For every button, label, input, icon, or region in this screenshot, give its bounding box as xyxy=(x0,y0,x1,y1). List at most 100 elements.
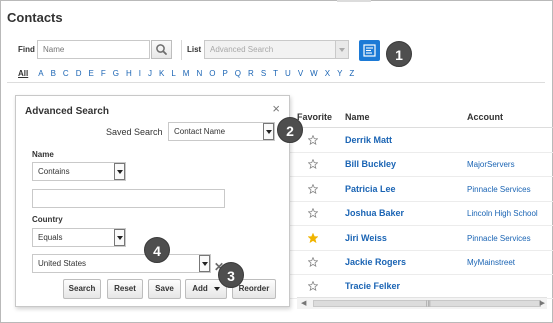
alpha-h[interactable]: H xyxy=(126,69,132,78)
reset-button[interactable]: Reset xyxy=(107,279,143,299)
table-row[interactable]: Bill Buckley MajorServers xyxy=(290,153,553,178)
alpha-j[interactable]: J xyxy=(148,69,152,78)
contact-name-link[interactable]: Jackie Rogers xyxy=(345,257,406,267)
account-link[interactable]: Pinnacle Services xyxy=(467,234,531,243)
contact-name-link[interactable]: Patricia Lee xyxy=(345,184,396,194)
alpha-c[interactable]: C xyxy=(63,69,69,78)
alpha-d[interactable]: D xyxy=(76,69,82,78)
country-value-select[interactable]: United States xyxy=(32,254,211,273)
alpha-a[interactable]: A xyxy=(38,69,43,78)
alpha-y[interactable]: Y xyxy=(337,69,342,78)
account-link[interactable]: MyMainstreet xyxy=(467,258,515,267)
column-header-favorite[interactable]: Favorite xyxy=(297,112,332,122)
star-filled-icon[interactable] xyxy=(308,232,318,243)
alpha-l[interactable]: L xyxy=(171,69,175,78)
scroll-right-icon[interactable]: ▶ xyxy=(540,299,545,307)
column-header-account[interactable]: Account xyxy=(467,112,503,122)
callout-3: 3 xyxy=(218,262,244,288)
country-value: United States xyxy=(38,259,87,268)
search-icon xyxy=(156,44,167,55)
table-row[interactable]: Jiri Weiss Pinnacle Services xyxy=(290,227,553,251)
saved-search-select[interactable]: Contact Name xyxy=(168,122,275,141)
star-outline-icon[interactable] xyxy=(308,135,318,145)
scrollbar-thumb[interactable]: ||| xyxy=(313,300,541,307)
alpha-n[interactable]: N xyxy=(196,69,202,78)
alpha-m[interactable]: M xyxy=(183,69,190,78)
alpha-all[interactable]: All xyxy=(18,69,28,78)
name-operator-select[interactable]: Contains xyxy=(32,162,126,181)
find-input[interactable] xyxy=(37,40,150,59)
alpha-r[interactable]: R xyxy=(248,69,254,78)
star-outline-icon[interactable] xyxy=(308,183,318,194)
alpha-k[interactable]: K xyxy=(159,69,164,78)
alpha-b[interactable]: B xyxy=(51,69,56,78)
find-button[interactable] xyxy=(151,40,172,59)
star-outline-icon[interactable] xyxy=(308,257,318,267)
advanced-search-panel: Advanced Search × Saved Search Contact N… xyxy=(15,95,290,307)
scroll-left-icon[interactable]: ◀ xyxy=(301,299,306,307)
search-button[interactable]: Search xyxy=(63,279,101,299)
star-outline-icon[interactable] xyxy=(308,208,318,219)
advanced-search-icon xyxy=(363,44,376,57)
country-label: Country xyxy=(32,215,63,224)
top-handle xyxy=(337,0,371,2)
contact-name-link[interactable]: Tracie Felker xyxy=(345,281,400,291)
table-row[interactable]: Tracie Felker xyxy=(290,275,553,300)
chevron-down-icon xyxy=(114,229,125,246)
alpha-t[interactable]: T xyxy=(273,69,278,78)
page-title: Contacts xyxy=(7,10,63,25)
chevron-down-icon xyxy=(263,123,274,140)
alpha-p[interactable]: P xyxy=(222,69,227,78)
alpha-u[interactable]: U xyxy=(285,69,291,78)
alpha-s[interactable]: S xyxy=(261,69,266,78)
toolbar-divider xyxy=(181,40,182,60)
divider xyxy=(7,82,545,83)
star-outline-icon[interactable] xyxy=(308,159,318,170)
contact-name-link[interactable]: Bill Buckley xyxy=(345,159,396,169)
horizontal-scrollbar[interactable]: ◀ ||| ▶ xyxy=(297,297,547,309)
list-select[interactable]: Advanced Search xyxy=(204,40,349,59)
alpha-i[interactable]: I xyxy=(139,69,141,78)
alpha-e[interactable]: E xyxy=(88,69,93,78)
alpha-x[interactable]: X xyxy=(325,69,330,78)
table-row[interactable]: Joshua Baker Lincoln High School xyxy=(290,202,553,227)
alpha-v[interactable]: V xyxy=(298,69,303,78)
table-row[interactable]: Derrik Matt xyxy=(290,129,553,153)
account-link[interactable]: MajorServers xyxy=(467,160,515,169)
contact-name-link[interactable]: Joshua Baker xyxy=(345,208,404,218)
alpha-f[interactable]: F xyxy=(101,69,106,78)
callout-4: 4 xyxy=(144,237,170,263)
name-label: Name xyxy=(32,150,54,159)
saved-search-label: Saved Search xyxy=(106,127,163,137)
name-value-input[interactable] xyxy=(32,189,225,208)
saved-search-value: Contact Name xyxy=(174,127,226,136)
star-outline-icon[interactable] xyxy=(308,281,318,292)
grip-icon: ||| xyxy=(426,301,431,307)
column-header-name[interactable]: Name xyxy=(345,112,370,122)
callout-1: 1 xyxy=(386,41,412,67)
add-button-label: Add xyxy=(192,284,208,293)
alpha-o[interactable]: O xyxy=(209,69,215,78)
chevron-down-icon xyxy=(213,286,220,291)
alphabet-filter: All A B C D E F G H I J K L M N O P Q R … xyxy=(18,69,361,78)
country-operator-select[interactable]: Equals xyxy=(32,228,126,247)
close-icon[interactable]: × xyxy=(272,101,280,116)
table-row[interactable]: Jackie Rogers MyMainstreet xyxy=(290,251,553,275)
contact-name-link[interactable]: Derrik Matt xyxy=(345,135,392,145)
alpha-q[interactable]: Q xyxy=(235,69,241,78)
table-row[interactable]: Patricia Lee Pinnacle Services xyxy=(290,178,553,202)
alpha-z[interactable]: Z xyxy=(349,69,354,78)
name-operator-value: Contains xyxy=(38,167,70,176)
account-link[interactable]: Lincoln High School xyxy=(467,209,538,218)
save-button[interactable]: Save xyxy=(148,279,181,299)
chevron-down-icon xyxy=(114,163,125,180)
account-link[interactable]: Pinnacle Services xyxy=(467,185,531,194)
contact-name-link[interactable]: Jiri Weiss xyxy=(345,233,387,243)
advanced-search-button[interactable] xyxy=(359,40,380,61)
list-select-value: Advanced Search xyxy=(210,45,274,54)
grid-header: Favorite Name Account xyxy=(297,106,553,128)
alpha-g[interactable]: G xyxy=(113,69,119,78)
chevron-down-icon xyxy=(199,255,210,272)
callout-2: 2 xyxy=(277,117,303,143)
alpha-w[interactable]: W xyxy=(310,69,318,78)
